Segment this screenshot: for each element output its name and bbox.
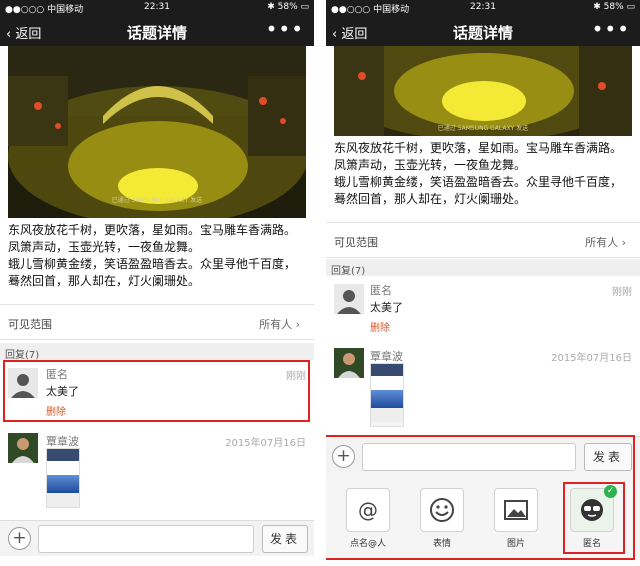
mention-button[interactable]: @: [346, 488, 390, 532]
replies-header: 回复(7): [326, 259, 640, 277]
reply-time: 刚刚: [612, 287, 632, 298]
image-label: 图片: [506, 539, 525, 549]
user-photo-icon: [12, 438, 34, 463]
composer-tools-panel: @ 点名@人 表情 图片 ✓ 匿名: [326, 476, 640, 560]
user-photo-icon: [338, 353, 360, 378]
post-photo[interactable]: 已通过 SAMSUNG GALAXY 发送: [334, 46, 632, 136]
reply-text: 太美了: [370, 301, 403, 314]
avatar: [8, 433, 38, 463]
battery-indicator: ✱ 58% ▭: [593, 2, 635, 12]
image-icon: [504, 500, 528, 520]
delete-reply-link[interactable]: 删除: [46, 403, 66, 418]
poem-line: 蛾儿雪柳黄金缕，笑语盈盈暗香去。众里寻他千百度，: [8, 257, 297, 271]
anonymous-mask-icon: [581, 499, 603, 521]
battery-indicator: ✱ 58% ▭: [267, 2, 309, 12]
reply-item: 覃章波 2015年07月16日: [0, 430, 314, 520]
poem-line: 凤箫声动，玉壶光转，一夜鱼龙舞。: [334, 158, 527, 172]
anonymous-button[interactable]: ✓: [570, 485, 617, 532]
phone-screen-left: ●●○○○ 中国移动 22:31 ✱ 58% ▭ ‹ 返回 话题详情 ••• 已…: [0, 0, 314, 566]
poem-line: 蛾儿雪柳黄金缕，笑语盈盈暗香去。众里寻他千百度，: [334, 175, 623, 189]
reply-item-anonymous: 匿名 刚刚 太美了 删除: [326, 278, 640, 338]
visibility-label: 可见范围: [8, 318, 52, 331]
composer-bar: + 发表: [0, 520, 314, 556]
poem-line: 东风夜放花千树，更吹落，星如雨。宝马雕车香满路。: [334, 141, 623, 155]
anonymous-label: 匿名: [582, 539, 601, 549]
status-bar: ●●○○○ 中国移动 22:31 ✱ 58% ▭: [0, 0, 314, 16]
night-canal-image: [8, 46, 306, 218]
status-bar: ●●○○○ 中国移动 22:31 ✱ 58% ▭: [326, 0, 640, 16]
send-button[interactable]: 发表: [584, 443, 632, 471]
avatar: [334, 284, 364, 314]
avatar: [334, 348, 364, 378]
nav-bar: ‹ 返回 话题详情 •••: [326, 16, 640, 46]
emoji-icon: [430, 498, 454, 522]
reply-input[interactable]: [362, 443, 576, 471]
reply-image-thumbnail[interactable]: [46, 448, 80, 508]
reply-text: 太美了: [46, 385, 79, 398]
nav-bar: ‹ 返回 话题详情 •••: [0, 16, 314, 46]
poem-line: 东风夜放花千树，更吹落，星如雨。宝马雕车香满路。: [8, 223, 297, 237]
photo-watermark: 已通过 SAMSUNG GALAXY 发送: [437, 125, 529, 132]
emoji-label: 表情: [432, 539, 451, 549]
reply-time: 刚刚: [286, 371, 306, 382]
at-icon: @: [358, 498, 378, 522]
emoji-button[interactable]: [420, 488, 464, 532]
delete-reply-link[interactable]: 删除: [370, 319, 390, 334]
plus-button[interactable]: +: [8, 527, 31, 550]
post-text: 东风夜放花千树，更吹落，星如雨。宝马雕车香满路。 凤箫声动，玉壶光转，一夜鱼龙舞…: [326, 136, 640, 208]
reply-time: 2015年07月16日: [551, 353, 632, 364]
more-menu-button[interactable]: •••: [266, 17, 304, 41]
visibility-label: 可见范围: [334, 236, 378, 249]
send-button[interactable]: 发表: [262, 525, 308, 553]
replies-header: 回复(7): [0, 343, 314, 361]
photo-watermark: 已通过 SAMSUNG GALAXY 发送: [111, 197, 203, 204]
visibility-row[interactable]: 可见范围 所有人 ›: [326, 222, 640, 258]
visibility-row[interactable]: 可见范围 所有人 ›: [0, 304, 314, 340]
visibility-value: 所有人 ›: [585, 236, 626, 249]
reply-author: 匿名: [46, 368, 68, 381]
composer-bar: + 发表: [326, 436, 640, 476]
poem-line: 凤箫声动，玉壶光转，一夜鱼龙舞。: [8, 240, 201, 254]
phone-screen-right: ●●○○○ 中国移动 22:31 ✱ 58% ▭ ‹ 返回 话题详情 ••• 已…: [326, 0, 640, 566]
plus-button[interactable]: +: [332, 445, 355, 468]
reply-input[interactable]: [38, 525, 254, 553]
reply-author: 覃章波: [46, 435, 79, 448]
reply-item: 覃章波 2015年07月16日: [326, 345, 640, 435]
mention-label: 点名@人: [349, 539, 386, 549]
reply-author: 覃章波: [370, 350, 403, 363]
person-silhouette-icon: [337, 290, 361, 314]
post-text: 东风夜放花千树，更吹落，星如雨。宝马雕车香满路。 凤箫声动，玉壶光转，一夜鱼龙舞…: [0, 218, 314, 290]
poem-line: 蓦然回首，那人却在，灯火阑珊处。: [8, 274, 201, 288]
image-button[interactable]: [494, 488, 538, 532]
person-silhouette-icon: [11, 374, 35, 398]
visibility-value: 所有人 ›: [259, 318, 300, 331]
post-photo[interactable]: 已通过 SAMSUNG GALAXY 发送: [8, 46, 306, 218]
more-menu-button[interactable]: •••: [592, 17, 630, 41]
reply-item-anonymous: 匿名 刚刚 太美了 删除: [0, 362, 314, 424]
avatar: [8, 368, 38, 398]
reply-time: 2015年07月16日: [225, 438, 306, 449]
svg-text:@: @: [358, 498, 378, 522]
poem-line: 蓦然回首，那人却在，灯火阑珊处。: [334, 192, 527, 206]
reply-image-thumbnail[interactable]: [370, 363, 404, 427]
reply-author: 匿名: [370, 284, 392, 297]
selected-check-icon: ✓: [604, 485, 617, 498]
